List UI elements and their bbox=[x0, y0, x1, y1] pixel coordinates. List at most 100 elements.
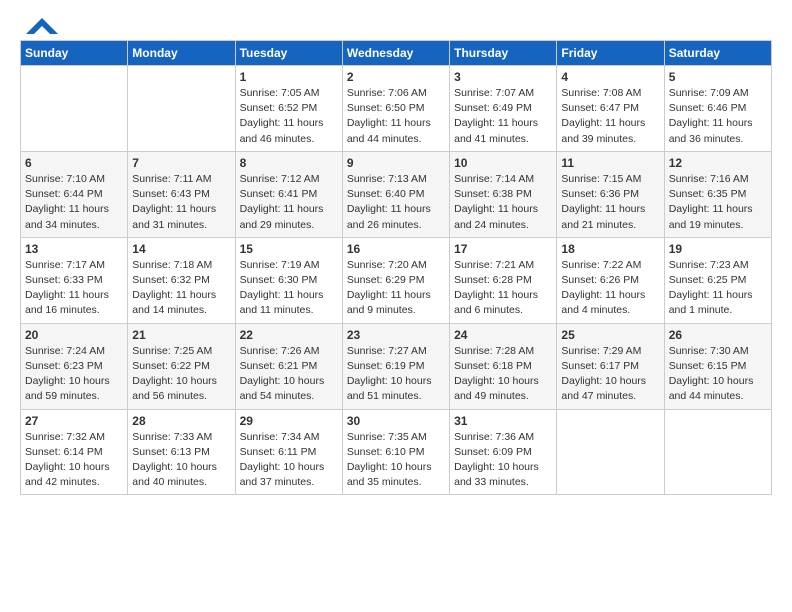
calendar-cell: 4 Sunrise: 7:08 AMSunset: 6:47 PMDaylight… bbox=[557, 66, 664, 152]
day-number: 17 bbox=[454, 242, 552, 256]
calendar-cell: 15Sunrise: 7:19 AMSunset: 6:30 PMDayligh… bbox=[235, 237, 342, 323]
day-detail: Sunrise: 7:28 AMSunset: 6:18 PMDaylight:… bbox=[454, 344, 552, 405]
day-detail: Sunrise: 7:08 AMSunset: 6:47 PMDaylight:… bbox=[561, 86, 659, 147]
calendar-cell: 23 Sunrise: 7:27 AMSunset: 6:19 PMDayligh… bbox=[342, 323, 449, 409]
calendar-row-4: 27 Sunrise: 7:32 AMSunset: 6:14 PMDayligh… bbox=[21, 409, 772, 495]
calendar-cell bbox=[557, 409, 664, 495]
day-detail: Sunrise: 7:34 AMSunset: 6:11 PMDaylight:… bbox=[240, 430, 338, 491]
weekday-header-row: SundayMondayTuesdayWednesdayThursdayFrid… bbox=[21, 41, 772, 66]
day-detail: Sunrise: 7:25 AMSunset: 6:22 PMDaylight:… bbox=[132, 344, 230, 405]
calendar-row-3: 20 Sunrise: 7:24 AMSunset: 6:23 PMDayligh… bbox=[21, 323, 772, 409]
weekday-header-tuesday: Tuesday bbox=[235, 41, 342, 66]
calendar-cell: 31 Sunrise: 7:36 AMSunset: 6:09 PMDayligh… bbox=[450, 409, 557, 495]
weekday-header-thursday: Thursday bbox=[450, 41, 557, 66]
logo-icon bbox=[22, 16, 60, 38]
day-number: 23 bbox=[347, 328, 445, 342]
day-number: 14 bbox=[132, 242, 230, 256]
day-detail: Sunrise: 7:13 AMSunset: 6:40 PMDaylight:… bbox=[347, 172, 445, 233]
calendar-cell bbox=[21, 66, 128, 152]
day-detail: Sunrise: 7:33 AMSunset: 6:13 PMDaylight:… bbox=[132, 430, 230, 491]
day-number: 27 bbox=[25, 414, 123, 428]
day-number: 10 bbox=[454, 156, 552, 170]
calendar-cell: 16Sunrise: 7:20 AMSunset: 6:29 PMDayligh… bbox=[342, 237, 449, 323]
calendar-cell: 19 Sunrise: 7:23 AMSunset: 6:25 PMDayligh… bbox=[664, 237, 771, 323]
day-detail: Sunrise: 7:12 AMSunset: 6:41 PMDaylight:… bbox=[240, 172, 338, 233]
day-number: 30 bbox=[347, 414, 445, 428]
day-number: 19 bbox=[669, 242, 767, 256]
day-detail: Sunrise: 7:17 AMSunset: 6:33 PMDaylight:… bbox=[25, 258, 123, 319]
day-number: 8 bbox=[240, 156, 338, 170]
calendar-cell: 8 Sunrise: 7:12 AMSunset: 6:41 PMDaylight… bbox=[235, 151, 342, 237]
day-number: 7 bbox=[132, 156, 230, 170]
calendar-cell: 5 Sunrise: 7:09 AMSunset: 6:46 PMDaylight… bbox=[664, 66, 771, 152]
day-detail: Sunrise: 7:36 AMSunset: 6:09 PMDaylight:… bbox=[454, 430, 552, 491]
day-number: 18 bbox=[561, 242, 659, 256]
day-detail: Sunrise: 7:07 AMSunset: 6:49 PMDaylight:… bbox=[454, 86, 552, 147]
day-detail: Sunrise: 7:30 AMSunset: 6:15 PMDaylight:… bbox=[669, 344, 767, 405]
calendar-cell: 27 Sunrise: 7:32 AMSunset: 6:14 PMDayligh… bbox=[21, 409, 128, 495]
day-detail: Sunrise: 7:35 AMSunset: 6:10 PMDaylight:… bbox=[347, 430, 445, 491]
header bbox=[20, 16, 772, 32]
calendar-cell: 28 Sunrise: 7:33 AMSunset: 6:13 PMDayligh… bbox=[128, 409, 235, 495]
weekday-header-wednesday: Wednesday bbox=[342, 41, 449, 66]
day-detail: Sunrise: 7:05 AMSunset: 6:52 PMDaylight:… bbox=[240, 86, 338, 147]
day-number: 28 bbox=[132, 414, 230, 428]
day-detail: Sunrise: 7:32 AMSunset: 6:14 PMDaylight:… bbox=[25, 430, 123, 491]
calendar-cell: 7 Sunrise: 7:11 AMSunset: 6:43 PMDaylight… bbox=[128, 151, 235, 237]
day-detail: Sunrise: 7:10 AMSunset: 6:44 PMDaylight:… bbox=[25, 172, 123, 233]
calendar-cell bbox=[664, 409, 771, 495]
day-detail: Sunrise: 7:09 AMSunset: 6:46 PMDaylight:… bbox=[669, 86, 767, 147]
calendar-cell: 30 Sunrise: 7:35 AMSunset: 6:10 PMDayligh… bbox=[342, 409, 449, 495]
day-number: 3 bbox=[454, 70, 552, 84]
day-number: 5 bbox=[669, 70, 767, 84]
day-number: 6 bbox=[25, 156, 123, 170]
day-detail: Sunrise: 7:11 AMSunset: 6:43 PMDaylight:… bbox=[132, 172, 230, 233]
weekday-header-sunday: Sunday bbox=[21, 41, 128, 66]
day-detail: Sunrise: 7:27 AMSunset: 6:19 PMDaylight:… bbox=[347, 344, 445, 405]
calendar-cell: 9Sunrise: 7:13 AMSunset: 6:40 PMDaylight… bbox=[342, 151, 449, 237]
day-number: 25 bbox=[561, 328, 659, 342]
calendar-cell: 12 Sunrise: 7:16 AMSunset: 6:35 PMDayligh… bbox=[664, 151, 771, 237]
day-number: 31 bbox=[454, 414, 552, 428]
day-detail: Sunrise: 7:19 AMSunset: 6:30 PMDaylight:… bbox=[240, 258, 338, 319]
day-number: 21 bbox=[132, 328, 230, 342]
day-number: 1 bbox=[240, 70, 338, 84]
weekday-header-monday: Monday bbox=[128, 41, 235, 66]
calendar-cell: 10 Sunrise: 7:14 AMSunset: 6:38 PMDayligh… bbox=[450, 151, 557, 237]
calendar-cell: 13Sunrise: 7:17 AMSunset: 6:33 PMDayligh… bbox=[21, 237, 128, 323]
calendar-cell: 1 Sunrise: 7:05 AMSunset: 6:52 PMDaylight… bbox=[235, 66, 342, 152]
day-number: 12 bbox=[669, 156, 767, 170]
day-detail: Sunrise: 7:18 AMSunset: 6:32 PMDaylight:… bbox=[132, 258, 230, 319]
calendar-row-0: 1 Sunrise: 7:05 AMSunset: 6:52 PMDaylight… bbox=[21, 66, 772, 152]
calendar-cell: 14 Sunrise: 7:18 AMSunset: 6:32 PMDayligh… bbox=[128, 237, 235, 323]
day-detail: Sunrise: 7:23 AMSunset: 6:25 PMDaylight:… bbox=[669, 258, 767, 319]
day-number: 16 bbox=[347, 242, 445, 256]
day-detail: Sunrise: 7:14 AMSunset: 6:38 PMDaylight:… bbox=[454, 172, 552, 233]
day-number: 24 bbox=[454, 328, 552, 342]
day-number: 11 bbox=[561, 156, 659, 170]
calendar-cell: 25Sunrise: 7:29 AMSunset: 6:17 PMDayligh… bbox=[557, 323, 664, 409]
calendar-row-2: 13Sunrise: 7:17 AMSunset: 6:33 PMDayligh… bbox=[21, 237, 772, 323]
calendar-cell: 3 Sunrise: 7:07 AMSunset: 6:49 PMDaylight… bbox=[450, 66, 557, 152]
day-detail: Sunrise: 7:06 AMSunset: 6:50 PMDaylight:… bbox=[347, 86, 445, 147]
calendar-cell: 6 Sunrise: 7:10 AMSunset: 6:44 PMDaylight… bbox=[21, 151, 128, 237]
calendar-cell: 20 Sunrise: 7:24 AMSunset: 6:23 PMDayligh… bbox=[21, 323, 128, 409]
day-number: 4 bbox=[561, 70, 659, 84]
weekday-header-saturday: Saturday bbox=[664, 41, 771, 66]
calendar-cell: 22Sunrise: 7:26 AMSunset: 6:21 PMDayligh… bbox=[235, 323, 342, 409]
calendar-cell: 2Sunrise: 7:06 AMSunset: 6:50 PMDaylight… bbox=[342, 66, 449, 152]
day-detail: Sunrise: 7:26 AMSunset: 6:21 PMDaylight:… bbox=[240, 344, 338, 405]
day-detail: Sunrise: 7:21 AMSunset: 6:28 PMDaylight:… bbox=[454, 258, 552, 319]
weekday-header-friday: Friday bbox=[557, 41, 664, 66]
calendar-cell: 21 Sunrise: 7:25 AMSunset: 6:22 PMDayligh… bbox=[128, 323, 235, 409]
day-number: 20 bbox=[25, 328, 123, 342]
day-detail: Sunrise: 7:16 AMSunset: 6:35 PMDaylight:… bbox=[669, 172, 767, 233]
calendar-cell: 24 Sunrise: 7:28 AMSunset: 6:18 PMDayligh… bbox=[450, 323, 557, 409]
calendar: SundayMondayTuesdayWednesdayThursdayFrid… bbox=[20, 40, 772, 495]
calendar-cell: 11Sunrise: 7:15 AMSunset: 6:36 PMDayligh… bbox=[557, 151, 664, 237]
calendar-cell: 17 Sunrise: 7:21 AMSunset: 6:28 PMDayligh… bbox=[450, 237, 557, 323]
page: SundayMondayTuesdayWednesdayThursdayFrid… bbox=[0, 0, 792, 612]
day-detail: Sunrise: 7:22 AMSunset: 6:26 PMDaylight:… bbox=[561, 258, 659, 319]
calendar-cell: 18 Sunrise: 7:22 AMSunset: 6:26 PMDayligh… bbox=[557, 237, 664, 323]
day-detail: Sunrise: 7:24 AMSunset: 6:23 PMDaylight:… bbox=[25, 344, 123, 405]
